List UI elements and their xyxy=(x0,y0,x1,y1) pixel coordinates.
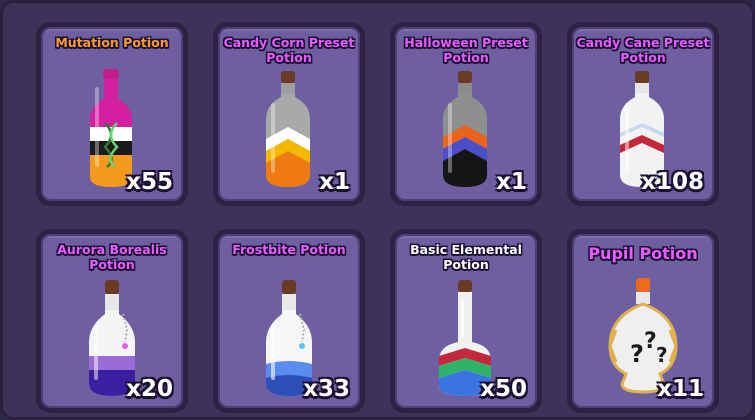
item-quantity: x55 xyxy=(126,169,173,195)
item-quantity: x108 xyxy=(641,169,704,195)
inventory-slot-basic-elemental-potion[interactable]: Basic Elemental Potion x50 xyxy=(390,229,542,413)
inventory-slot-mutation-potion[interactable]: Mutation Potion x55 xyxy=(36,22,188,206)
item-quantity: x50 xyxy=(480,376,527,402)
inventory-slot-halloween-preset-potion[interactable]: Halloween Preset Potion x1 xyxy=(390,22,542,206)
item-quantity: x20 xyxy=(126,376,173,402)
inventory-slot-frostbite-potion[interactable]: Frostbite Potion x33 xyxy=(213,229,365,413)
item-quantity: x1 xyxy=(319,169,350,195)
inventory-slot-pupil-potion[interactable]: Pupil Potion ? ? ? x11 xyxy=(567,229,719,413)
svg-text:?: ? xyxy=(656,343,668,367)
item-quantity: x33 xyxy=(303,376,350,402)
svg-text:?: ? xyxy=(644,329,657,354)
inventory-slot-aurora-borealis-potion[interactable]: Aurora Borealis Potion x20 xyxy=(36,229,188,413)
inventory-slot-candy-corn-preset-potion[interactable]: Candy Corn Preset Potion x1 xyxy=(213,22,365,206)
item-quantity: x1 xyxy=(496,169,527,195)
inventory-slot-candy-cane-preset-potion[interactable]: Candy Cane Preset Potion x108 xyxy=(567,22,719,206)
item-quantity: x11 xyxy=(657,376,704,402)
inventory-panel: Mutation Potion x55 Candy Corn Preset Po… xyxy=(0,0,755,420)
svg-text:?: ? xyxy=(630,340,644,368)
